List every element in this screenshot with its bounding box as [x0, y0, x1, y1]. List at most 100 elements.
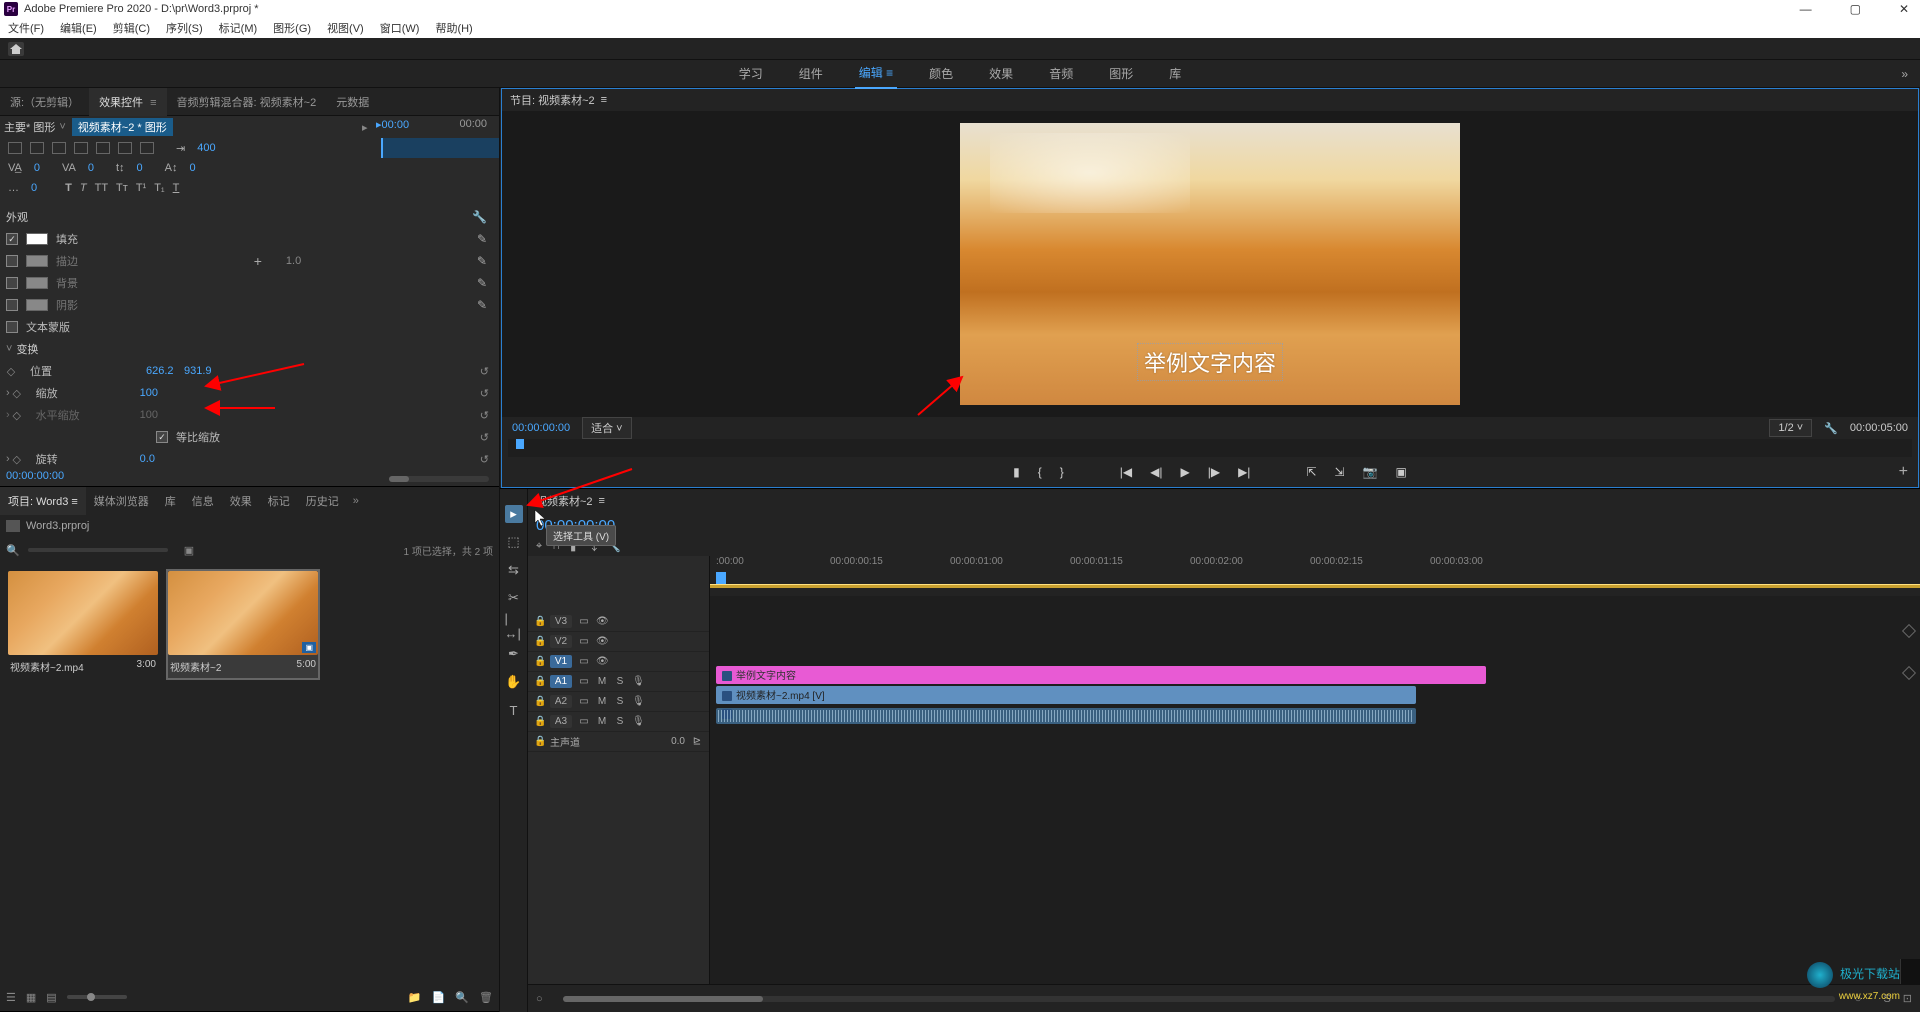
keyframe-toggle[interactable]: ◇ [12, 387, 22, 400]
goto-in-icon[interactable]: |◀ [1120, 465, 1132, 479]
fx-breadcrumb-clip[interactable]: 视频素材~2 * 图形 [72, 118, 173, 136]
timeline-ruler[interactable]: :00:00 00:00:00:15 00:00:01:00 00:00:01:… [710, 556, 1920, 596]
maximize-button[interactable]: ▢ [1842, 0, 1869, 18]
timeline-timecode[interactable]: 00:00:00:00 [528, 513, 1920, 538]
sync-marker-icon[interactable] [1902, 624, 1916, 638]
iconview-icon[interactable]: ▦ [26, 991, 36, 1004]
smallcaps-icon[interactable]: Tᴛ [116, 182, 128, 194]
tab-graphics[interactable]: 图形 [1105, 59, 1137, 88]
menu-file[interactable]: 文件(F) [4, 18, 48, 38]
out-icon[interactable]: } [1060, 465, 1064, 479]
menu-markers[interactable]: 标记(M) [215, 18, 262, 38]
uniform-checkbox[interactable] [156, 431, 168, 443]
program-video[interactable]: 举例文字内容 [960, 123, 1460, 405]
fx-breadcrumb-master[interactable]: 主要* 图形 [4, 119, 55, 135]
home-icon[interactable] [8, 42, 24, 56]
fill-checkbox[interactable] [6, 233, 18, 245]
superscript-icon[interactable]: T¹ [136, 182, 146, 194]
newbin-icon[interactable]: 📁 [408, 991, 422, 1004]
tab-learn[interactable]: 学习 [735, 59, 767, 88]
eyedropper-icon[interactable]: ✎ [477, 232, 487, 246]
menu-edit[interactable]: 编辑(E) [56, 18, 101, 38]
leading-icon[interactable]: … [8, 182, 19, 194]
align-vcenter-icon[interactable] [118, 142, 132, 154]
source-tab-audiomixer[interactable]: 音频剪辑混合器: 视频素材~2 [167, 88, 327, 116]
wrench-icon[interactable]: 🔧 [1824, 422, 1838, 435]
scale-value[interactable]: 100 [140, 387, 178, 399]
goto-out-icon[interactable]: ▶| [1238, 465, 1250, 479]
eyedropper-icon[interactable]: ✎ [477, 298, 487, 312]
project-tab-media[interactable]: 媒体浏览器 [86, 487, 157, 515]
playhead-icon[interactable] [516, 439, 524, 449]
playhead-icon[interactable] [716, 572, 726, 584]
text-overlay[interactable]: 举例文字内容 [1137, 343, 1283, 381]
add-button-icon[interactable]: + [1899, 463, 1908, 481]
reset-icon[interactable]: ↺ [480, 453, 489, 466]
project-tab-effects[interactable]: 效果 [222, 487, 260, 515]
menu-sequence[interactable]: 序列(S) [162, 18, 207, 38]
zoom-slider[interactable] [67, 995, 127, 999]
align-justify-icon[interactable] [74, 142, 88, 154]
timeline-hscroll[interactable] [563, 996, 1835, 1002]
shadow-checkbox[interactable] [6, 299, 18, 311]
minimize-button[interactable]: — [1792, 0, 1820, 18]
newitem-icon[interactable]: 📄 [432, 991, 446, 1004]
type-tool[interactable]: T [505, 701, 523, 719]
faux-italic-icon[interactable]: T [80, 182, 87, 194]
transform-section[interactable]: ˅ 变换 [0, 338, 499, 360]
eyedropper-icon[interactable]: ✎ [477, 276, 487, 290]
project-tab-project[interactable]: 项目: Word3 ≡ [0, 487, 86, 515]
align-bottom-icon[interactable] [140, 142, 154, 154]
menu-help[interactable]: 帮助(H) [431, 18, 476, 38]
va-kerning2-icon[interactable]: VA [62, 162, 76, 174]
video-clip[interactable]: 视频素材~2.mp4 [V] [716, 686, 1416, 704]
close-button[interactable]: ✕ [1891, 0, 1917, 18]
track-a1[interactable]: 🔒A1▭MS🎙 [528, 672, 709, 692]
stroke-swatch[interactable] [26, 255, 48, 267]
appearance-section[interactable]: 外观 🔧 [0, 206, 499, 228]
sync-marker-icon[interactable] [1902, 666, 1916, 680]
add-stroke-icon[interactable]: + [254, 253, 262, 269]
tab-color[interactable]: 颜色 [925, 59, 957, 88]
eyedropper-icon[interactable]: ✎ [477, 254, 487, 268]
tab-effects[interactable]: 效果 [985, 59, 1017, 88]
track-master[interactable]: 🔒主声道0.0⊵ [528, 732, 709, 752]
track-v1[interactable]: 🔒V1▭👁 [528, 652, 709, 672]
snap-icon[interactable]: ⌖ [536, 540, 542, 553]
text-clip[interactable]: 举例文字内容 [716, 666, 1486, 684]
menu-clip[interactable]: 剪辑(C) [109, 18, 154, 38]
step-back-icon[interactable]: ◀| [1150, 465, 1162, 479]
tab-menu-icon[interactable]: ≡ [886, 66, 893, 80]
ripple-tool[interactable]: ⇆ [505, 561, 523, 579]
reset-icon[interactable]: ↺ [480, 431, 489, 444]
tab-audio[interactable]: 音频 [1045, 59, 1077, 88]
tab-libraries[interactable]: 库 [1165, 59, 1185, 88]
keyframe-toggle[interactable]: ◇ [12, 453, 22, 466]
project-item[interactable]: 视频素材~2.mp43:00 [8, 571, 158, 678]
faux-bold-icon[interactable]: T [65, 182, 72, 194]
camera-icon[interactable]: ▣ [184, 544, 194, 557]
search-icon[interactable]: 🔍 [6, 544, 20, 557]
track-a3[interactable]: 🔒A3▭MS🎙 [528, 712, 709, 732]
project-item[interactable]: ▣ 视频素材~25:00 [168, 571, 318, 678]
resolution-dropdown[interactable]: 1/2 ˅ [1769, 419, 1812, 437]
reset-icon[interactable]: ↺ [480, 365, 489, 378]
trash-icon[interactable]: 🗑 [479, 991, 493, 1004]
sequence-name[interactable]: 视频素材~2 [536, 493, 593, 509]
tab-assembly[interactable]: 组件 [795, 59, 827, 88]
track-v3[interactable]: 🔒V3▭👁 [528, 612, 709, 632]
bg-swatch[interactable] [26, 277, 48, 289]
indent-icon[interactable]: ⇥ [176, 142, 185, 155]
project-tab-markers[interactable]: 标记 [260, 487, 298, 515]
audio-clip[interactable] [716, 708, 1416, 724]
align-right-icon[interactable] [52, 142, 66, 154]
track-select-tool[interactable]: ⬚ [505, 533, 523, 551]
compare-icon[interactable]: ▣ [1396, 465, 1407, 479]
shadow-swatch[interactable] [26, 299, 48, 311]
align-top-icon[interactable] [96, 142, 110, 154]
bin-icon[interactable] [6, 520, 20, 532]
play-icon[interactable]: ▶ [1180, 465, 1189, 479]
va-kerning-icon[interactable]: VA̲ [8, 162, 22, 174]
mute-icon[interactable]: ⊡ [1903, 992, 1912, 1005]
search-input[interactable] [28, 548, 168, 552]
